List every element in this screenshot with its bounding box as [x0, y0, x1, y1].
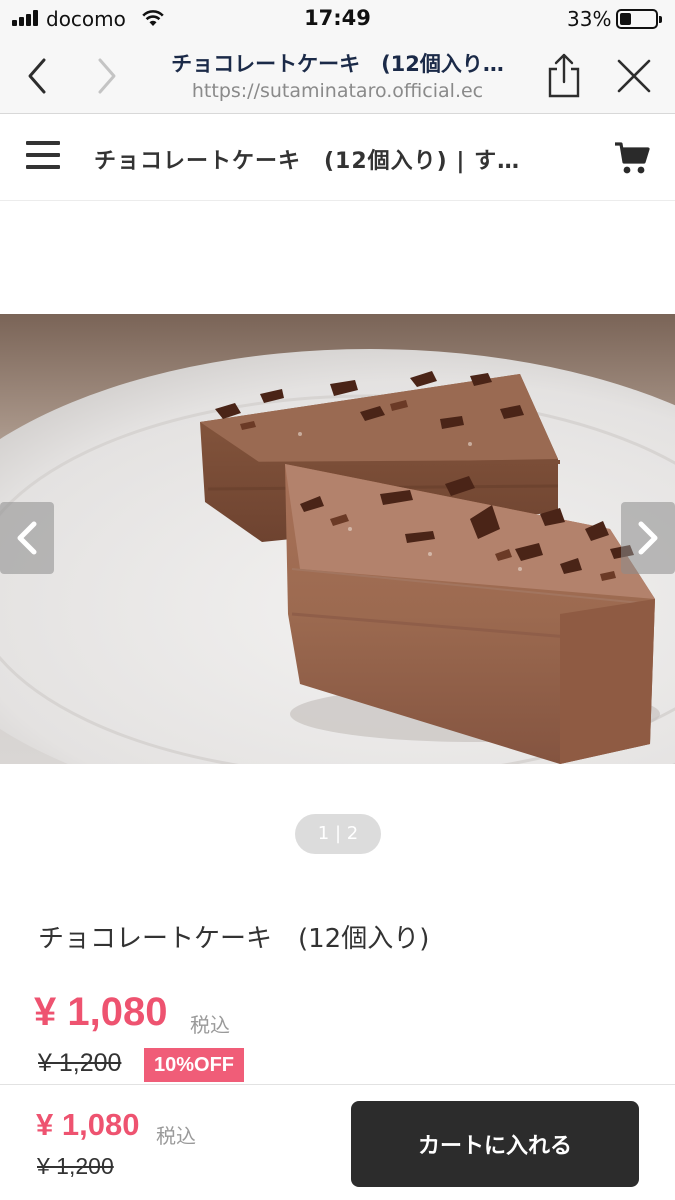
chevron-right-icon — [638, 521, 658, 555]
product-page: docomo 17:49 33% チョコレートケーキ (12個入り… https… — [0, 0, 675, 1200]
cart-icon[interactable] — [614, 141, 650, 175]
status-bar: docomo 17:49 33% — [0, 0, 675, 38]
battery-icon — [616, 9, 662, 29]
bottom-sale-price: ¥ 1,080 — [36, 1107, 140, 1142]
site-title[interactable]: チョコレートケーキ (12個入り) | す… — [94, 143, 594, 175]
product-image[interactable] — [0, 314, 675, 764]
add-to-cart-button[interactable]: カートに入れる — [351, 1101, 639, 1187]
menu-icon[interactable] — [26, 141, 60, 171]
bottom-original-price: ¥ 1,200 — [37, 1153, 114, 1179]
site-header: チョコレートケーキ (12個入り) | す… — [0, 115, 675, 201]
battery-level — [620, 13, 632, 25]
gallery-page-indicator: 1 | 2 — [295, 814, 381, 854]
purchase-bar: ¥ 1,080 税込 ¥ 1,200 カートに入れる — [0, 1084, 675, 1200]
discount-badge: 10%OFF — [144, 1048, 245, 1082]
bottom-tax-label: 税込 — [156, 1124, 196, 1148]
browser-page-title: チョコレートケーキ (12個入り… — [171, 52, 504, 76]
share-icon[interactable] — [544, 52, 584, 100]
original-price: ¥ 1,200 — [38, 1049, 122, 1077]
product-name: チョコレートケーキ (12個入り) — [38, 924, 430, 954]
forward-icon[interactable] — [88, 56, 124, 96]
gallery-next-button[interactable] — [621, 502, 675, 574]
battery-percent: 33% — [567, 7, 612, 31]
address-bar-url[interactable]: https://sutaminataro.official.ec — [150, 80, 525, 102]
cake-photo — [0, 314, 675, 764]
browser-toolbar: チョコレートケーキ (12個入り… https://sutaminataro.o… — [0, 38, 675, 114]
gallery-prev-button[interactable] — [0, 502, 54, 574]
sale-price: ¥ 1,080 — [34, 990, 168, 1034]
tax-included-label: 税込 — [190, 1013, 230, 1037]
chevron-left-icon — [17, 521, 37, 555]
back-icon[interactable] — [20, 56, 56, 96]
close-icon[interactable] — [616, 58, 652, 94]
